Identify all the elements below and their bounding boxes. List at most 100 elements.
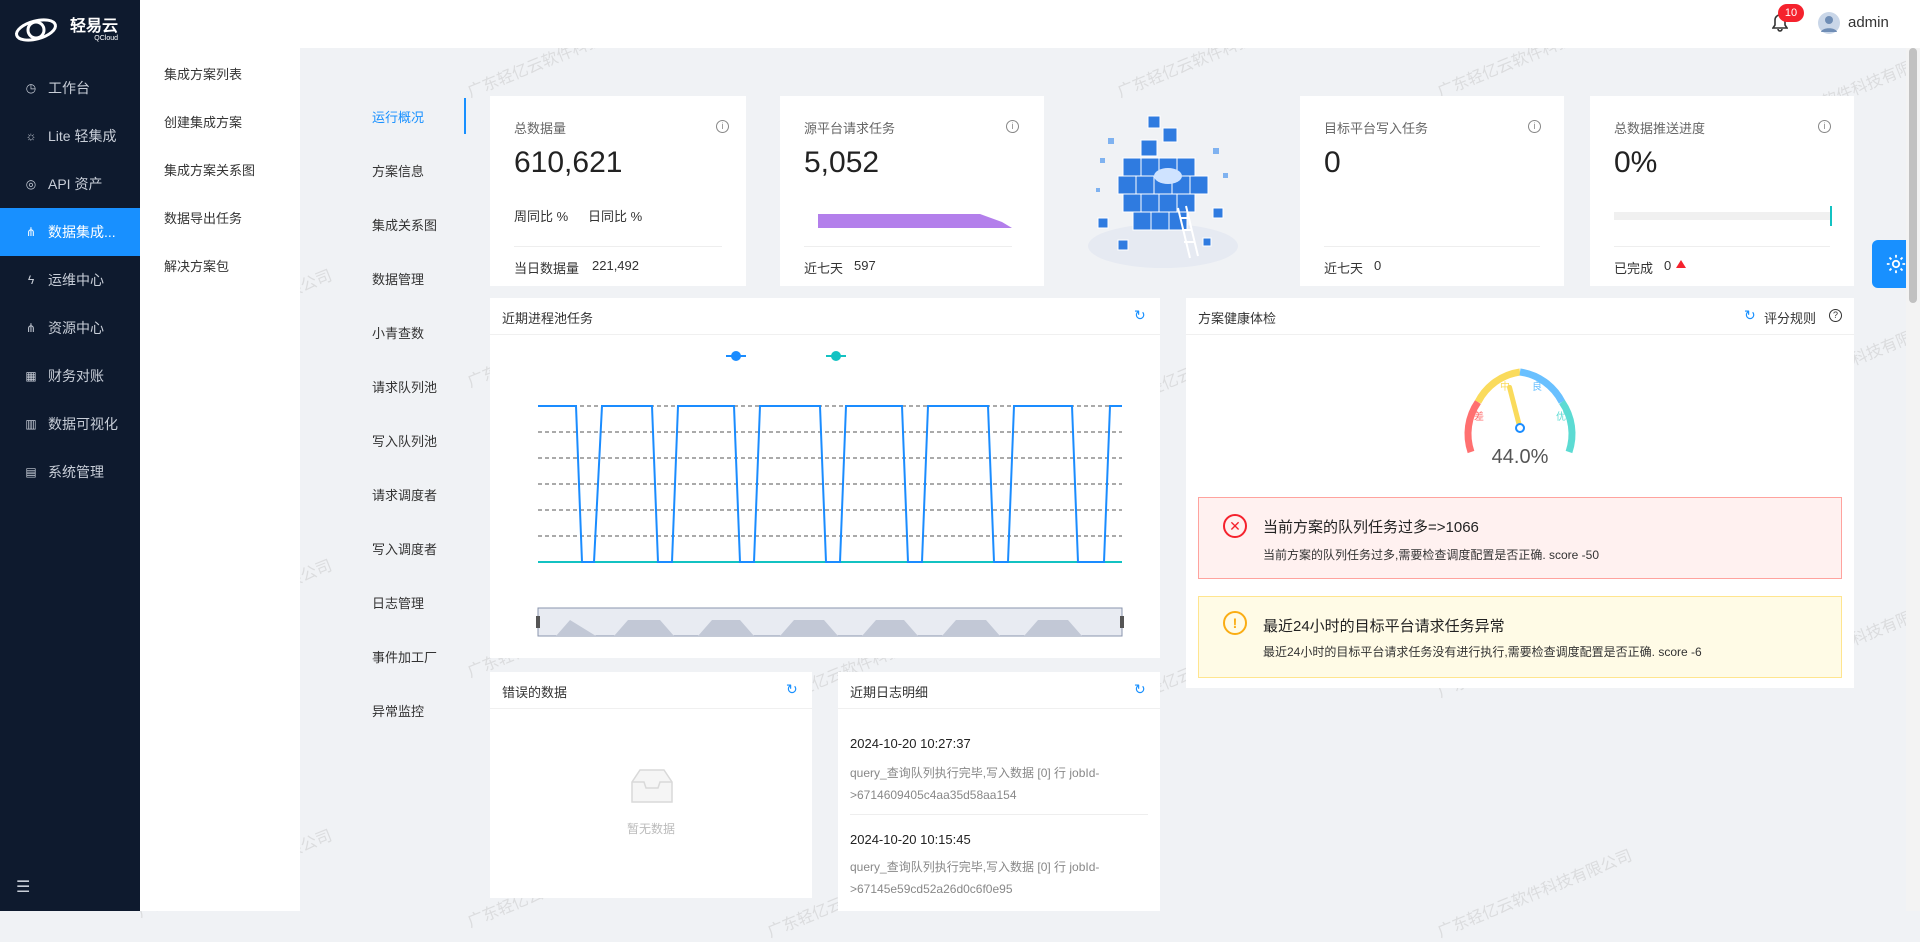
stat-footer-value: 0	[1374, 258, 1382, 273]
refresh-icon[interactable]: ↻	[1134, 681, 1146, 698]
error-icon: ✕	[1223, 514, 1247, 538]
alert-title: 最近24小时的目标平台请求任务异常	[1263, 618, 1505, 635]
sidebar-item[interactable]: ▤ 系统管理	[0, 448, 140, 496]
info-icon[interactable]: i	[1818, 120, 1831, 133]
sidebar-item[interactable]: ⋔ 资源中心	[0, 304, 140, 352]
score-rule-link[interactable]: 评分规则	[1764, 308, 1816, 327]
stat-dod: 日同比 %	[588, 209, 643, 224]
trend-up-icon	[1676, 260, 1686, 268]
sidebar-item[interactable]: ▦ 财务对账	[0, 352, 140, 400]
tab-item[interactable]: 运行概况	[372, 107, 424, 126]
username[interactable]: admin	[1848, 14, 1889, 31]
cluster-icon: ⋔	[25, 225, 37, 239]
info-icon[interactable]: i	[716, 120, 729, 133]
info-icon[interactable]: i	[1528, 120, 1541, 133]
stat-footer-label: 已完成	[1614, 261, 1654, 276]
scrollbar[interactable]	[1906, 48, 1920, 911]
stat-card-total: 总数据量 i 610,621 周同比 % 日同比 % 当日数据量 221,492	[490, 96, 746, 286]
tab-item[interactable]: 日志管理	[372, 593, 424, 612]
calculator-icon: ▦	[25, 369, 37, 383]
stat-value: 0%	[1614, 146, 1658, 179]
stat-footer-value: 0	[1664, 258, 1672, 273]
clock-icon: ◷	[25, 81, 37, 95]
cluster-icon: ⋔	[25, 321, 37, 335]
stat-value: 5,052	[804, 146, 880, 179]
divider	[838, 708, 1160, 709]
subnav-item[interactable]: 创建集成方案	[164, 112, 242, 131]
panel-title: 近期日志明细	[850, 685, 929, 700]
scrollbar-thumb[interactable]	[1909, 48, 1917, 303]
sidebar-item[interactable]: ◎ API 资产	[0, 160, 140, 208]
sidebar-item-label: 工作台	[48, 80, 90, 96]
gauge-needle	[1507, 384, 1523, 431]
log-text-line: query_查询队列执行完毕,写入数据 [0] 行 jobId-	[850, 860, 1100, 874]
sidebar-item-label: 财务对账	[48, 368, 104, 384]
sidebar-item[interactable]: ▥ 数据可视化	[0, 400, 140, 448]
progress-track	[1614, 212, 1832, 220]
alert-title: 当前方案的队列任务过多=>1066	[1263, 519, 1479, 536]
tab-item[interactable]: 事件加工厂	[372, 647, 437, 666]
health-score: 44.0%	[1491, 446, 1549, 468]
info-icon[interactable]: i	[1006, 120, 1019, 133]
sidebar-item[interactable]: ϟ 运维中心	[0, 256, 140, 304]
refresh-icon[interactable]: ↻	[1134, 307, 1146, 324]
divider	[1186, 334, 1854, 335]
active-tab-indicator	[464, 98, 466, 134]
stat-label: 总数据量	[514, 121, 567, 136]
compass-icon: ◎	[25, 177, 37, 191]
tab-item[interactable]: 请求队列池	[372, 377, 437, 396]
tab-item[interactable]: 请求调度者	[372, 485, 437, 504]
bulb-icon: ☼	[25, 129, 37, 143]
subnav-item[interactable]: 解决方案包	[164, 256, 229, 275]
tab-item[interactable]: 小青查数	[372, 323, 424, 342]
avatar[interactable]	[1818, 12, 1840, 34]
divider	[490, 334, 1160, 335]
stat-label: 源平台请求任务	[804, 121, 896, 136]
divider	[1324, 246, 1540, 247]
bar-chart-icon: ▥	[25, 417, 37, 431]
alert-desc: 最近24小时的目标平台请求任务没有进行执行,需要检查调度配置是否正确. scor…	[1263, 645, 1702, 659]
log-entry-text: query_查询队列执行完毕,写入数据 [0] 行 jobId- >67145e…	[850, 856, 1099, 900]
brand-name: 轻易云	[70, 18, 119, 35]
refresh-icon[interactable]: ↻	[786, 681, 798, 698]
empty-text: 暂无数据	[626, 822, 675, 836]
subnav-item[interactable]: 数据导出任务	[164, 208, 242, 227]
sidebar-item[interactable]: ⋔ 数据集成...	[0, 208, 140, 256]
log-time: 2024-10-20 10:27:37	[850, 736, 971, 751]
help-icon[interactable]: ?	[1829, 309, 1842, 322]
sidebar-item[interactable]: ☼ Lite 轻集成	[0, 112, 140, 160]
error-alert: ✕ 当前方案的队列任务过多=>1066 当前方案的队列任务过多,需要检查调度配置…	[1198, 497, 1842, 579]
brand-sub: QCloud	[94, 35, 119, 42]
gauge-label-2: 良	[1532, 380, 1542, 393]
panel-title: 近期进程池任务	[502, 311, 594, 326]
datazoom-slider	[536, 607, 1124, 637]
data-cubes-illustration	[1088, 115, 1238, 268]
tab-item[interactable]: 集成关系图	[372, 215, 437, 234]
subnav-item[interactable]: 集成方案关系图	[164, 160, 255, 179]
stat-footer-label: 近七天	[1324, 261, 1364, 276]
tab-item[interactable]: 写入调度者	[372, 539, 437, 558]
grid-icon: ▤	[25, 465, 37, 479]
sidebar-item-label: 数据可视化	[48, 416, 118, 432]
tab-item[interactable]: 写入队列池	[372, 431, 437, 450]
tab-item[interactable]: 数据管理	[372, 269, 424, 288]
collapse-menu-icon[interactable]: ☰	[16, 877, 30, 897]
stat-value: 610,621	[514, 146, 623, 179]
brand-logo[interactable]: 轻易云 QCloud	[14, 12, 124, 48]
gauge-label-0: 差	[1474, 410, 1484, 423]
top-header: 10 admin	[140, 0, 1920, 48]
subnav-item[interactable]: 集成方案列表	[164, 64, 242, 83]
tab-item[interactable]: 异常监控	[372, 701, 424, 720]
gear-icon	[1886, 254, 1906, 274]
log-time: 2024-10-20 10:15:45	[850, 832, 971, 847]
sidebar-item[interactable]: ◷ 工作台	[0, 64, 140, 112]
cloud-logo-icon	[15, 18, 57, 42]
panel-title: 方案健康体检	[1198, 311, 1277, 326]
refresh-icon[interactable]: ↻	[1744, 307, 1756, 324]
tab-item[interactable]: 方案信息	[372, 161, 424, 180]
sidebar-item-label: API 资产	[48, 176, 103, 192]
alert-desc: 当前方案的队列任务过多,需要检查调度配置是否正确. score -50	[1263, 548, 1600, 562]
log-text-line: >6714609405c4aa35d58aa154	[850, 788, 1017, 802]
process-line-chart	[536, 351, 1124, 637]
sub-sidebar: 集成方案列表 创建集成方案 集成方案关系图 数据导出任务 解决方案包	[140, 48, 300, 911]
